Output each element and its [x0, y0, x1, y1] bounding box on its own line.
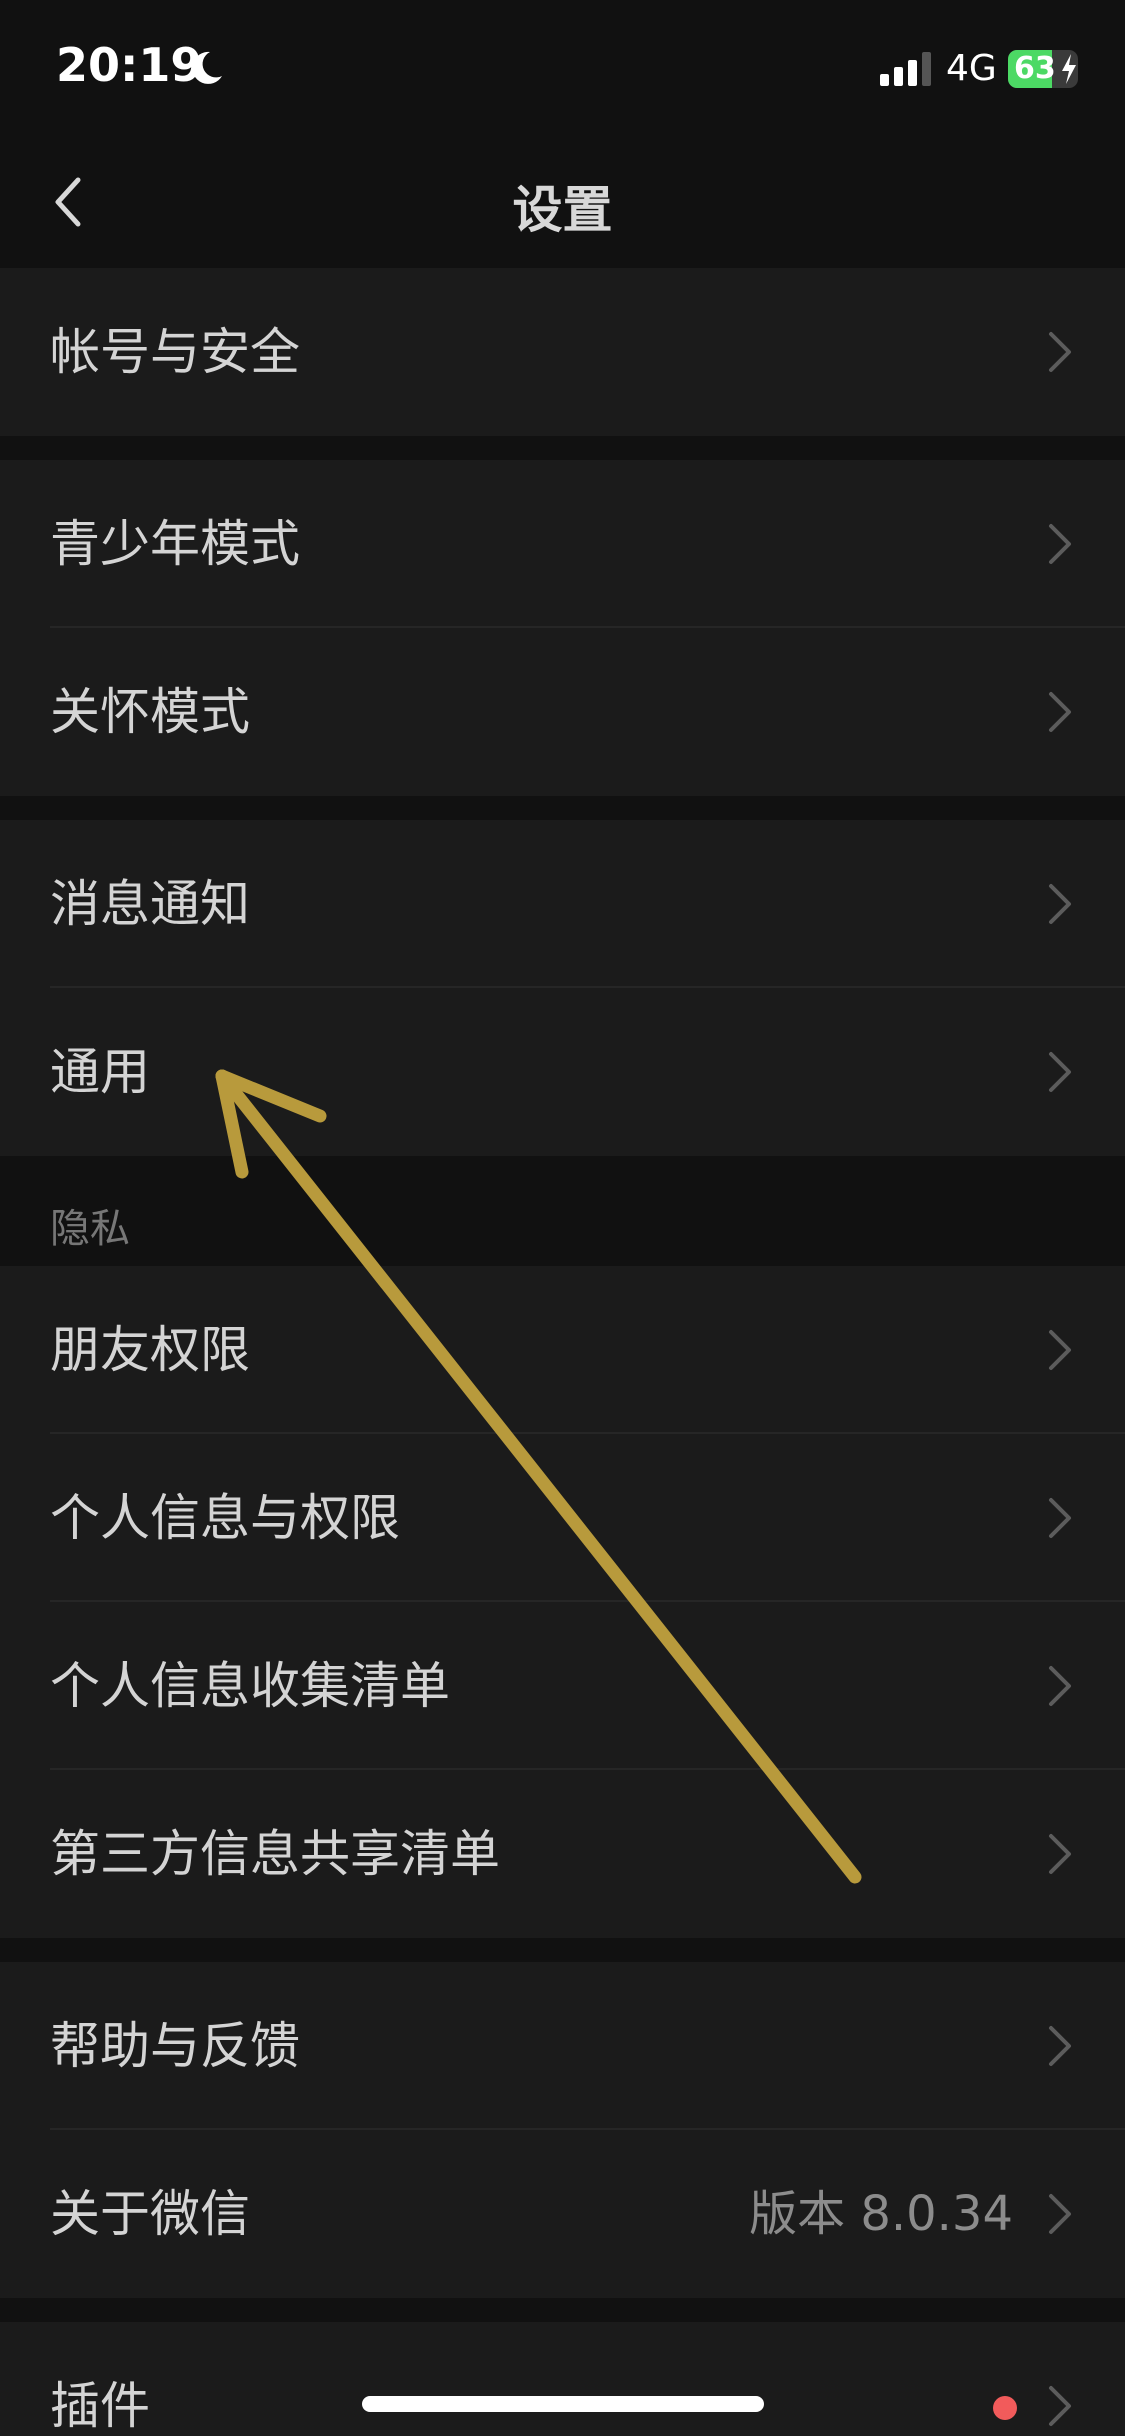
chevron-right-icon	[1049, 692, 1071, 732]
nav-bar: 设置	[0, 140, 1125, 266]
home-indicator[interactable]	[362, 2396, 764, 2412]
chevron-right-icon	[1049, 1052, 1071, 1092]
row-label: 关怀模式	[50, 683, 250, 741]
chevron-right-icon	[1049, 1498, 1071, 1538]
chevron-right-icon	[1049, 1834, 1071, 1874]
row-label: 插件	[50, 2377, 150, 2435]
row-label: 消息通知	[50, 875, 250, 933]
row-care-mode[interactable]: 关怀模式	[0, 628, 1125, 796]
settings-group-account: 帐号与安全	[0, 268, 1125, 436]
chevron-right-icon	[1049, 884, 1071, 924]
row-personal-info-permissions[interactable]: 个人信息与权限	[0, 1434, 1125, 1602]
row-help-feedback[interactable]: 帮助与反馈	[0, 1962, 1125, 2130]
network-label: 4G	[946, 48, 997, 89]
charging-bolt-icon	[1062, 54, 1076, 84]
battery-icon: 63	[1008, 50, 1078, 88]
chevron-right-icon	[1049, 1666, 1071, 1706]
row-teen-mode[interactable]: 青少年模式	[0, 460, 1125, 628]
row-plugins[interactable]: 插件	[0, 2322, 1125, 2436]
row-label: 青少年模式	[50, 515, 300, 573]
signal-icon	[880, 52, 931, 86]
chevron-right-icon	[1049, 2194, 1071, 2234]
chevron-right-icon	[1049, 1330, 1071, 1370]
row-account-security[interactable]: 帐号与安全	[0, 268, 1125, 436]
settings-group-plugins: 插件	[0, 2322, 1125, 2436]
status-bar: 20:19 4G 63	[0, 0, 1125, 140]
settings-group-modes: 青少年模式 关怀模式	[0, 460, 1125, 796]
moon-icon	[192, 51, 222, 84]
row-personal-info-collection[interactable]: 个人信息收集清单	[0, 1602, 1125, 1770]
chevron-right-icon	[1049, 2386, 1071, 2426]
row-label: 朋友权限	[50, 1321, 250, 1379]
battery-percent: 63	[1014, 51, 1056, 86]
chevron-right-icon	[1049, 524, 1071, 564]
row-notifications[interactable]: 消息通知	[0, 820, 1125, 988]
settings-group-about: 帮助与反馈 关于微信 版本 8.0.34	[0, 1962, 1125, 2298]
row-label: 通用	[50, 1043, 150, 1101]
row-general[interactable]: 通用	[0, 988, 1125, 1156]
settings-group-privacy: 朋友权限 个人信息与权限 个人信息收集清单 第三方信息共享清单	[0, 1266, 1125, 1938]
red-dot-badge	[993, 2396, 1017, 2420]
row-label: 个人信息与权限	[50, 1489, 400, 1547]
row-label: 第三方信息共享清单	[50, 1825, 500, 1883]
status-time: 20:19	[56, 38, 203, 92]
row-label: 个人信息收集清单	[50, 1657, 450, 1715]
settings-group-general: 消息通知 通用	[0, 820, 1125, 1156]
chevron-right-icon	[1049, 332, 1071, 372]
row-label: 帐号与安全	[50, 323, 300, 381]
page-title: 设置	[512, 181, 613, 239]
row-third-party-sharing[interactable]: 第三方信息共享清单	[0, 1770, 1125, 1938]
row-label: 关于微信	[50, 2185, 250, 2243]
row-about-wechat[interactable]: 关于微信 版本 8.0.34	[0, 2130, 1125, 2298]
chevron-right-icon	[1049, 2026, 1071, 2066]
row-friend-permissions[interactable]: 朋友权限	[0, 1266, 1125, 1434]
section-header-privacy: 隐私	[50, 1206, 130, 1252]
version-value: 版本 8.0.34	[749, 2186, 1013, 2242]
row-label: 帮助与反馈	[50, 2017, 300, 2075]
